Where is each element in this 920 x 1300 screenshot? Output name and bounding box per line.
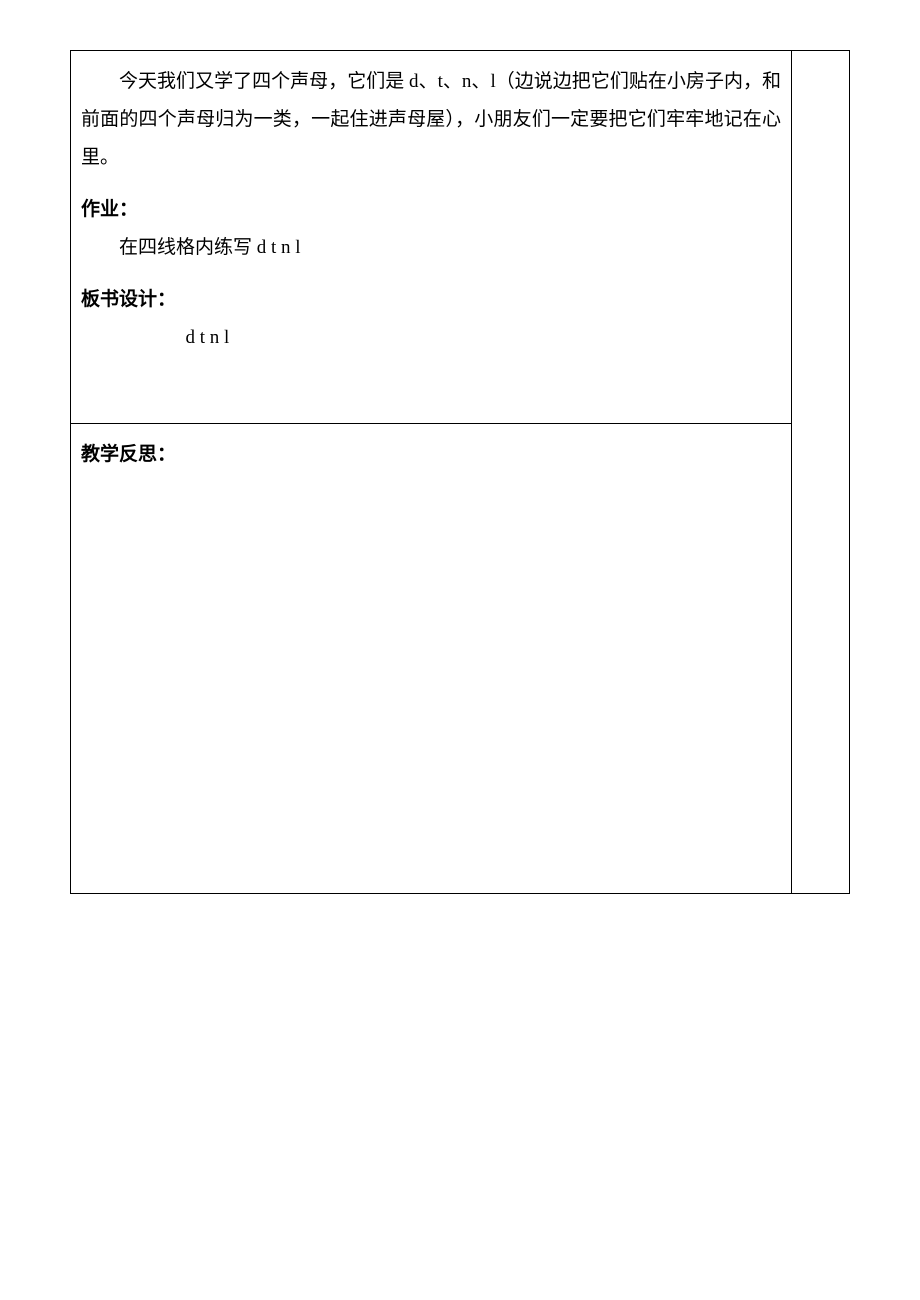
margin-cell-top (792, 51, 850, 424)
board-design-heading: 板书设计： (81, 281, 781, 319)
content-cell-bottom: 教学反思： (71, 424, 792, 894)
lesson-plan-table: 今天我们又学了四个声母，它们是 d、t、n、l（边说边把它们贴在小房子内，和前面… (70, 50, 850, 894)
homework-content: 在四线格内练写 d t n l (81, 229, 781, 267)
homework-heading: 作业： (81, 191, 781, 229)
intro-paragraph: 今天我们又学了四个声母，它们是 d、t、n、l（边说边把它们贴在小房子内，和前面… (81, 63, 781, 177)
content-cell-top: 今天我们又学了四个声母，它们是 d、t、n、l（边说边把它们贴在小房子内，和前面… (71, 51, 792, 424)
board-design-content: d t n l (81, 319, 781, 357)
margin-cell-bottom (792, 424, 850, 894)
reflection-heading: 教学反思： (81, 436, 781, 474)
spacer-line (81, 371, 781, 409)
